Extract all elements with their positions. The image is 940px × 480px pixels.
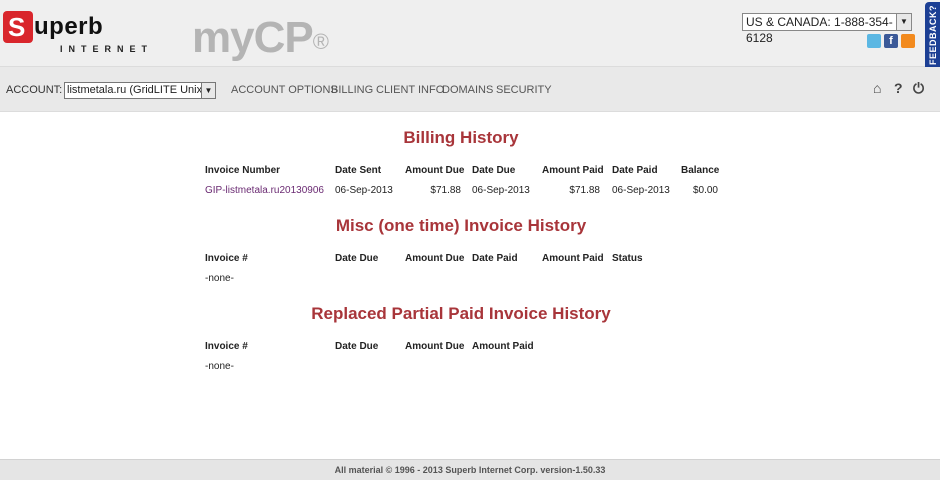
invoice-link[interactable]: GIP-listmetala.ru20130906: [205, 185, 324, 196]
col-amount-paid: Amount Paid: [542, 165, 604, 176]
twitter-icon[interactable]: [867, 34, 881, 48]
cell-balance: $0.00: [692, 185, 718, 196]
billing-history-title: Billing History: [403, 128, 519, 147]
col-date-due: Date Due: [335, 341, 379, 352]
chevron-down-icon[interactable]: ▼: [896, 14, 911, 30]
feedback-label: FEEDBACK?: [928, 5, 938, 65]
region-phone-select[interactable]: US & CANADA: 1-888-354-6128 ▼: [742, 13, 912, 45]
col-balance: Balance: [681, 165, 720, 176]
nav-client-info[interactable]: CLIENT INFO: [376, 84, 444, 96]
col-status: Status: [612, 253, 643, 264]
col-date-due: Date Due: [335, 253, 379, 264]
misc-empty: -none-: [205, 273, 234, 284]
account-select[interactable]: listmetala.ru (GridLITE Unix) ▼: [64, 82, 216, 99]
logo-letter: S: [8, 12, 26, 42]
cell-date-due: 06-Sep-2013: [472, 185, 530, 196]
col-date-paid: Date Paid: [612, 165, 658, 176]
help-icon[interactable]: ?: [894, 80, 903, 96]
col-amount-due: Amount Due: [405, 341, 465, 352]
account-select-value: listmetala.ru (GridLITE Unix): [67, 84, 206, 96]
top-header: S uperb INTERNET myCP® US & CANADA: 1-88…: [0, 0, 940, 67]
account-label: ACCOUNT:: [6, 84, 63, 96]
nav-security[interactable]: SECURITY: [496, 84, 552, 96]
logo-word: uperb: [34, 13, 104, 40]
misc-history-title: Misc (one time) Invoice History: [335, 216, 587, 235]
col-date-paid: Date Paid: [472, 253, 518, 264]
chevron-down-icon[interactable]: ▼: [201, 83, 215, 98]
cell-date-sent: 06-Sep-2013: [335, 185, 393, 196]
cell-amount-paid: $71.88: [569, 185, 600, 196]
footer: All material © 1996 - 2013 Superb Intern…: [0, 459, 940, 480]
col-amount-paid: Amount Paid: [472, 341, 534, 352]
nav-account-options[interactable]: ACCOUNT OPTIONS: [231, 84, 338, 96]
rss-icon[interactable]: [901, 34, 915, 48]
mycp-word: myCP: [192, 13, 314, 62]
col-amount-due: Amount Due: [405, 253, 465, 264]
cell-amount-due: $71.88: [430, 185, 461, 196]
col-invoice: Invoice #: [205, 253, 248, 264]
col-date-sent: Date Sent: [335, 165, 382, 176]
nav-bar: ACCOUNT: listmetala.ru (GridLITE Unix) ▼…: [0, 67, 940, 112]
logo-sub: INTERNET: [60, 44, 153, 54]
registered-mark: ®: [312, 29, 329, 54]
mycp-logo: myCP®: [192, 13, 329, 62]
replaced-history-title: Replaced Partial Paid Invoice History: [311, 304, 611, 323]
col-date-due: Date Due: [472, 165, 516, 176]
col-amount-paid: Amount Paid: [542, 253, 604, 264]
col-invoice: Invoice #: [205, 341, 248, 352]
col-invoice-number: Invoice Number: [205, 165, 281, 176]
footer-copyright: All material © 1996 - 2013 Superb Intern…: [334, 465, 606, 475]
col-amount-due: Amount Due: [405, 165, 465, 176]
replaced-empty: -none-: [205, 361, 234, 372]
home-icon[interactable]: ⌂: [873, 80, 881, 96]
cell-date-paid: 06-Sep-2013: [612, 185, 670, 196]
facebook-icon[interactable]: f: [884, 34, 898, 48]
nav-billing[interactable]: BILLING: [331, 84, 373, 96]
feedback-tab[interactable]: FEEDBACK?: [925, 2, 940, 73]
power-icon[interactable]: ⏻: [913, 80, 924, 97]
nav-domains[interactable]: DOMAINS: [442, 84, 493, 96]
